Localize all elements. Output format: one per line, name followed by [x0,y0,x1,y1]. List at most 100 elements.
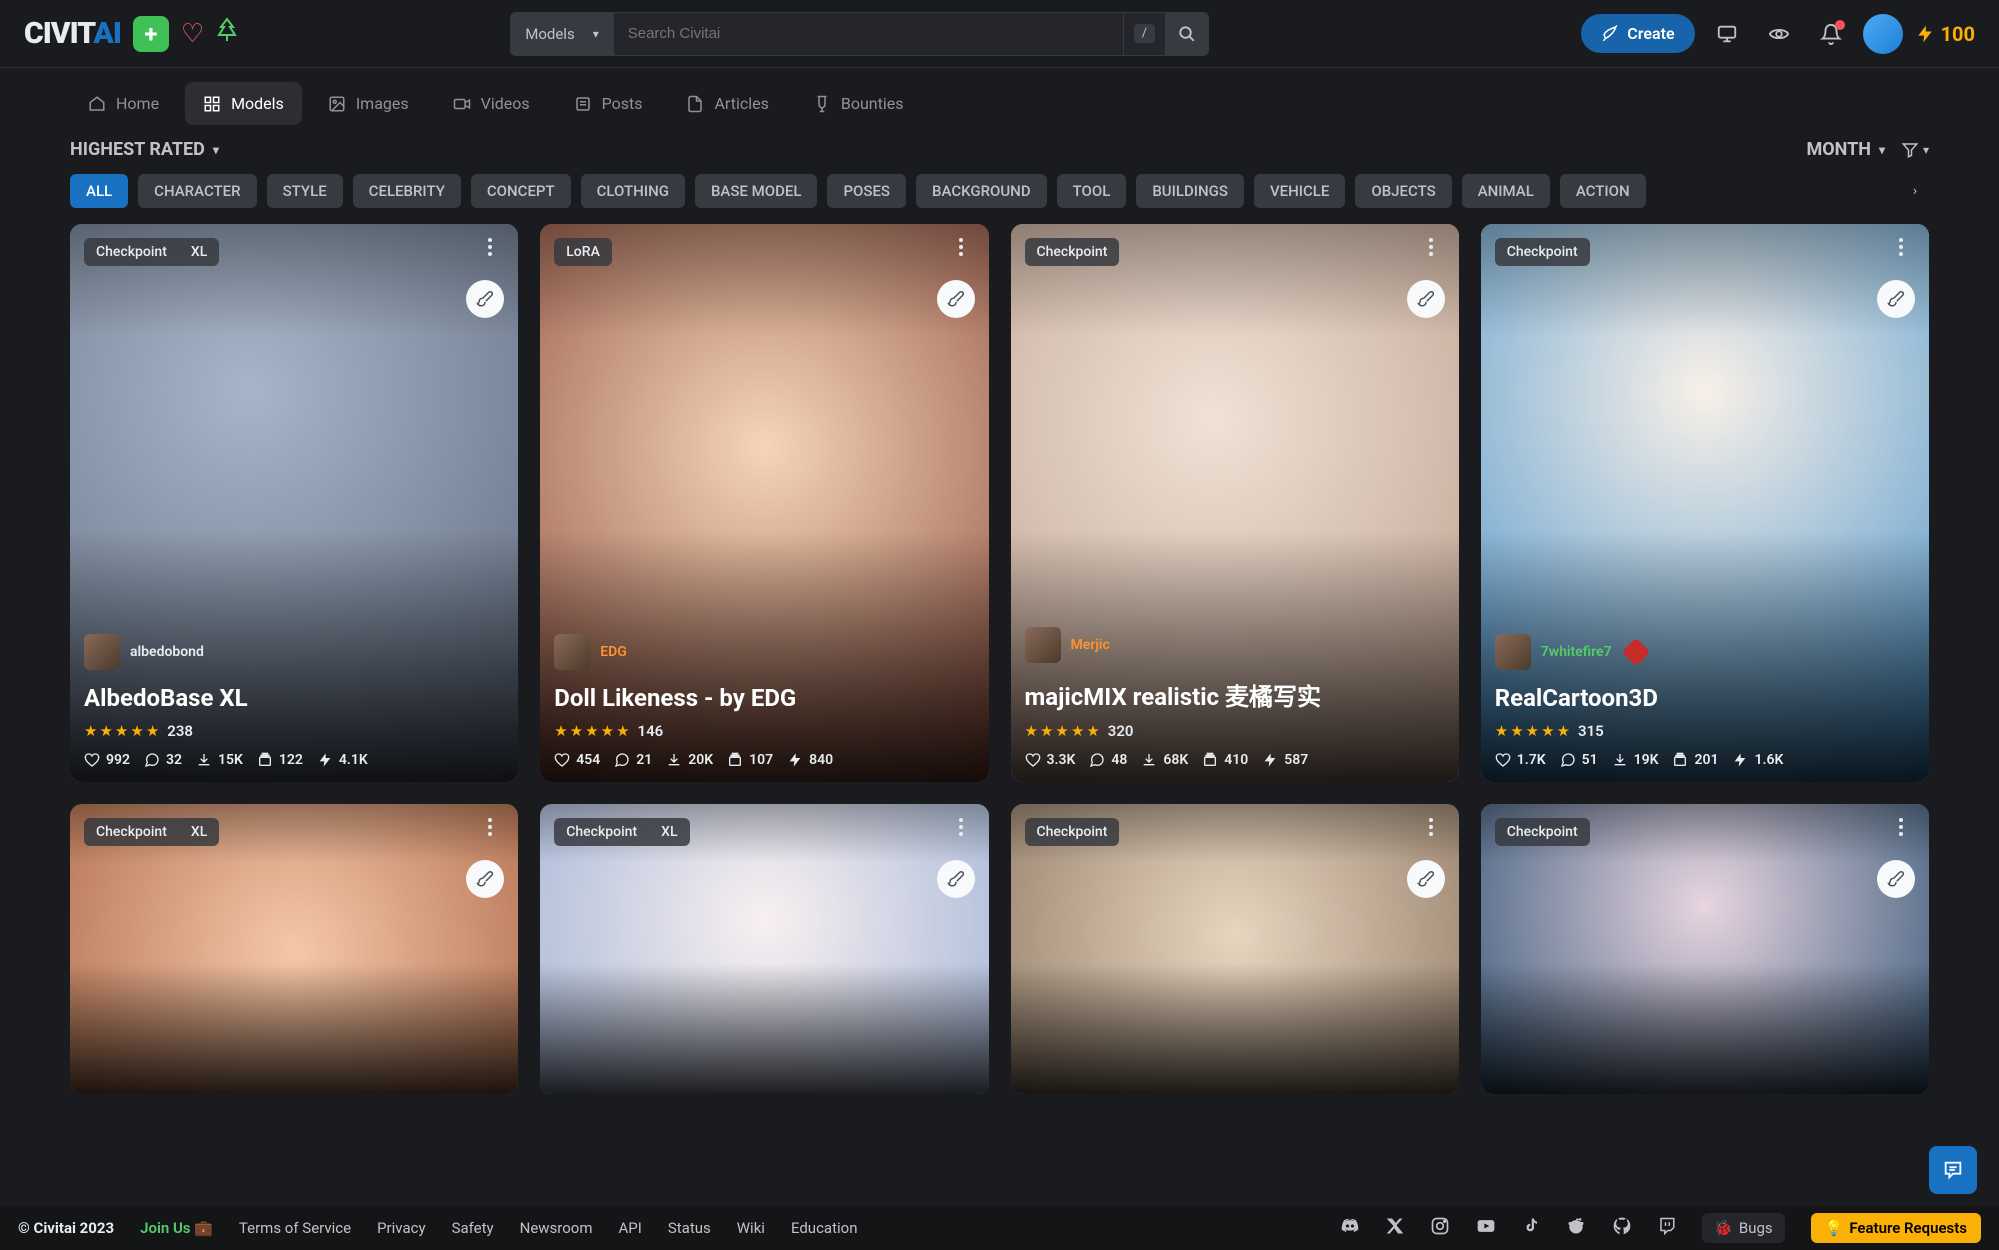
tree-icon[interactable] [216,17,238,50]
model-card[interactable]: Checkpoint Merjic majicMIX realistic 麦橘写… [1011,224,1459,782]
author-avatar[interactable] [554,634,590,670]
model-card[interactable]: Checkpoint XL [70,804,518,1094]
card-menu-button[interactable] [947,818,975,836]
card-menu-button[interactable] [1887,818,1915,836]
footer-link-wiki[interactable]: Wiki [737,1219,765,1237]
chat-fab[interactable] [1929,1146,1977,1194]
tag-clothing[interactable]: CLOTHING [581,174,685,208]
footer-link-education[interactable]: Education [791,1219,858,1237]
footer-link-newsroom[interactable]: Newsroom [520,1219,593,1237]
tag-poses[interactable]: POSES [827,174,906,208]
search-input[interactable] [614,12,1124,56]
tag-base-model[interactable]: BASE MODEL [695,174,818,208]
add-button[interactable]: + [133,16,169,52]
instagram-icon[interactable] [1430,1216,1450,1241]
author-name[interactable]: Merjic [1071,637,1110,653]
twitch-icon[interactable] [1658,1216,1676,1241]
stat-likes[interactable]: 992 [84,752,130,768]
stat-downloads[interactable]: 19K [1612,752,1659,768]
tag-vehicle[interactable]: VEHICLE [1254,174,1345,208]
stat-images[interactable]: 410 [1202,752,1248,768]
heart-icon[interactable]: ♡ [181,19,204,49]
user-avatar[interactable] [1863,14,1903,54]
sort-dropdown[interactable]: HIGHEST RATED ▾ [70,139,219,160]
footer-link-api[interactable]: API [619,1219,642,1237]
tag-background[interactable]: BACKGROUND [916,174,1047,208]
tag-all[interactable]: ALL [70,174,128,208]
stat-images[interactable]: 122 [257,752,303,768]
stat-bolts[interactable]: 1.6K [1732,752,1783,768]
logo[interactable]: CIVITAI [24,16,121,51]
stat-downloads[interactable]: 15K [196,752,243,768]
paint-icon[interactable] [1407,860,1445,898]
youtube-icon[interactable] [1476,1216,1496,1241]
model-card[interactable]: Checkpoint [1011,804,1459,1094]
card-menu-button[interactable] [1417,238,1445,256]
model-card[interactable]: Checkpoint XL [540,804,988,1094]
discord-icon[interactable] [1340,1216,1360,1241]
tag-action[interactable]: ACTION [1560,174,1646,208]
paint-icon[interactable] [1877,280,1915,318]
footer-link-tos[interactable]: Terms of Service [239,1219,351,1237]
filter-button[interactable]: ▾ [1901,141,1929,159]
paint-icon[interactable] [937,860,975,898]
period-dropdown[interactable]: MONTH ▾ [1806,139,1885,160]
stat-comments[interactable]: 48 [1089,752,1127,768]
tag-character[interactable]: CHARACTER [138,174,256,208]
stat-likes[interactable]: 3.3K [1025,752,1076,768]
feature-requests-button[interactable]: 💡 Feature Requests [1811,1213,1981,1243]
nav-tab-videos[interactable]: Videos [435,82,548,125]
tag-style[interactable]: STYLE [267,174,343,208]
eye-icon[interactable] [1759,14,1799,54]
stat-bolts[interactable]: 587 [1262,752,1308,768]
paint-icon[interactable] [937,280,975,318]
footer-link-safety[interactable]: Safety [452,1219,494,1237]
card-menu-button[interactable] [476,818,504,836]
nav-tab-articles[interactable]: Articles [668,82,786,125]
card-menu-button[interactable] [947,238,975,256]
author-name[interactable]: EDG [600,644,627,660]
model-card[interactable]: Checkpoint XL albedobond AlbedoBase XL ★… [70,224,518,782]
create-button[interactable]: Create [1581,14,1694,53]
nav-tab-bounties[interactable]: Bounties [795,82,922,125]
stat-likes[interactable]: 1.7K [1495,752,1546,768]
nav-tab-images[interactable]: Images [310,82,427,125]
stat-bolts[interactable]: 4.1K [317,752,368,768]
github-icon[interactable] [1612,1216,1632,1241]
desktop-icon[interactable] [1707,14,1747,54]
author-avatar[interactable] [84,634,120,670]
stat-downloads[interactable]: 20K [666,752,713,768]
paint-icon[interactable] [466,280,504,318]
footer-link-privacy[interactable]: Privacy [377,1219,425,1237]
x-icon[interactable] [1386,1217,1404,1240]
author-avatar[interactable] [1025,627,1061,663]
nav-tab-home[interactable]: Home [70,82,177,125]
stat-likes[interactable]: 454 [554,752,600,768]
stat-comments[interactable]: 32 [144,752,182,768]
tag-buildings[interactable]: BUILDINGS [1136,174,1244,208]
card-menu-button[interactable] [1417,818,1445,836]
author-name[interactable]: albedobond [130,644,204,660]
model-card[interactable]: Checkpoint 7whitefire7 RealCartoon3D ★★★… [1481,224,1929,782]
bugs-button[interactable]: 🐞 Bugs [1702,1213,1784,1243]
footer-join[interactable]: Join Us 💼 [140,1219,213,1237]
paint-icon[interactable] [1877,860,1915,898]
model-card[interactable]: LoRA EDG Doll Likeness - by EDG ★★★★★ 14… [540,224,988,782]
notifications-icon[interactable] [1811,14,1851,54]
search-button[interactable] [1165,12,1209,56]
search-category-select[interactable]: Models ▾ [510,12,613,56]
stat-images[interactable]: 201 [1672,752,1718,768]
tag-animal[interactable]: ANIMAL [1462,174,1550,208]
tag-celebrity[interactable]: CELEBRITY [353,174,461,208]
tiktok-icon[interactable] [1522,1216,1540,1241]
nav-tab-posts[interactable]: Posts [556,82,661,125]
card-menu-button[interactable] [476,238,504,256]
stat-bolts[interactable]: 840 [787,752,833,768]
stat-comments[interactable]: 51 [1560,752,1598,768]
nav-tab-models[interactable]: Models [185,82,302,125]
coin-balance[interactable]: 100 [1915,22,1975,46]
footer-link-status[interactable]: Status [668,1219,711,1237]
tag-scroll-right[interactable]: › [1901,177,1929,205]
tag-concept[interactable]: CONCEPT [471,174,571,208]
tag-objects[interactable]: OBJECTS [1355,174,1451,208]
